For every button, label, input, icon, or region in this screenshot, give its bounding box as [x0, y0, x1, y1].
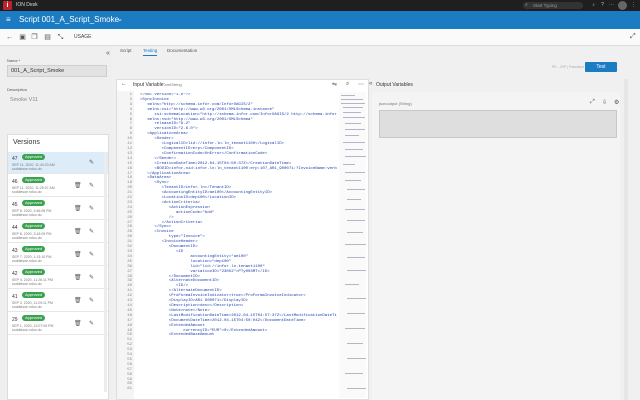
edit-icon[interactable]: ✎: [89, 251, 94, 258]
run-context-hint: PK... ISP | Francisco: [551, 65, 584, 69]
tab-script[interactable]: Script: [120, 48, 132, 53]
edit-icon[interactable]: ✎: [89, 297, 94, 304]
menu-icon[interactable]: ≡: [6, 16, 11, 24]
version-row[interactable]: 29 Approved SEP 1, 2020, 12:07:06 PM sod…: [8, 313, 108, 335]
version-row[interactable]: 41 Approved SEP 3, 2020, 11:29:11 PM sod…: [8, 290, 108, 312]
search-icon[interactable]: ⌕: [346, 81, 349, 88]
back-icon[interactable]: ←: [121, 81, 127, 87]
help-icon[interactable]: ?: [599, 2, 606, 9]
trash-icon[interactable]: 🗑: [74, 297, 82, 304]
version-user: soddiesue.ndoo.do: [12, 305, 42, 309]
status-badge: Approved: [22, 177, 46, 183]
apps-icon[interactable]: ⋯: [608, 2, 615, 9]
expand-icon[interactable]: ⤢: [590, 99, 595, 106]
avatar[interactable]: [618, 1, 627, 10]
version-row[interactable]: 45 Approved SEP 8, 2020, 3:46:08 PM sodd…: [8, 198, 108, 220]
trash-icon[interactable]: 🗑: [74, 228, 82, 235]
output-value-box[interactable]: [379, 110, 617, 138]
version-number: 47: [12, 156, 18, 162]
edit-icon[interactable]: ✎: [89, 159, 94, 166]
copy-icon[interactable]: ❐: [30, 33, 39, 42]
version-row[interactable]: 43 Approved SEP 7, 2020, 1:13:10 PM sodd…: [8, 244, 108, 266]
version-number: 45: [12, 202, 18, 208]
status-badge: Approved: [22, 269, 46, 275]
version-number: 43: [12, 248, 18, 254]
toolbar: [0, 29, 640, 46]
input-variable-name: xmlString: [165, 82, 182, 87]
trash-icon[interactable]: 🗑: [74, 320, 82, 327]
page-scrollbar[interactable]: [624, 79, 628, 400]
version-user: soddiesue.ndoo.do: [12, 328, 42, 332]
output-variables-panel: [372, 92, 620, 400]
bell-icon[interactable]: ♪: [590, 2, 597, 9]
name-field[interactable]: 001_A_Script_Smoke: [7, 65, 107, 77]
version-user: soddiesue.ndoo.do: [12, 236, 42, 240]
version-number: 46: [12, 179, 18, 185]
edit-icon[interactable]: ✎: [89, 274, 94, 281]
tab-documentation[interactable]: Documentation: [167, 48, 197, 53]
edit-icon[interactable]: ✎: [89, 205, 94, 212]
name-label: Name *: [7, 58, 21, 63]
back-icon[interactable]: ←: [5, 33, 14, 42]
trash-icon[interactable]: 🗑: [74, 182, 82, 189]
output-field-label: jsonoutput (String): [379, 101, 412, 106]
versions-scrollbar[interactable]: [104, 152, 107, 392]
trash-icon[interactable]: 🗑: [74, 205, 82, 212]
more-icon[interactable]: ⋮: [630, 2, 637, 9]
app-name: ION Desk: [16, 2, 38, 8]
edit-icon[interactable]: ✎: [89, 228, 94, 235]
version-user: soddiesue.ndoo.do: [12, 167, 42, 171]
format-icon[interactable]: ⇋: [332, 81, 337, 88]
xml-code-editor[interactable]: <?xml version="1.0"?> <SyncInvoice xmlns…: [140, 93, 337, 338]
status-badge: Approved: [22, 223, 46, 229]
edit-icon[interactable]: ✎: [89, 320, 94, 327]
trash-icon[interactable]: 🗑: [74, 251, 82, 258]
status-badge: Approved: [22, 200, 46, 206]
page-title: Script 001_A_Script_Smoke: [19, 15, 120, 24]
version-user: soddiesue.ndoo.do: [12, 259, 42, 263]
trash-icon[interactable]: 🗑: [74, 274, 82, 281]
global-search-input[interactable]: ⌕ Start Typing: [523, 2, 583, 9]
chevron-down-icon[interactable]: ⌄: [117, 16, 123, 24]
tab-testing[interactable]: Testing: [143, 48, 158, 56]
version-number: 42: [12, 271, 18, 277]
save-icon[interactable]: ▣: [18, 33, 27, 42]
collapse-panel-icon[interactable]: «: [369, 81, 372, 87]
input-panel-title: Input Variable:: [133, 82, 165, 88]
status-badge: Approved: [22, 154, 46, 160]
settings-icon[interactable]: ⚙: [614, 99, 619, 106]
version-row[interactable]: 42 Approved SEP 4, 2020, 11:26:11 PM sod…: [8, 267, 108, 289]
status-badge: Approved: [22, 246, 46, 252]
version-row[interactable]: 44 Approved SEP 8, 2020, 3:43:09 PM sodd…: [8, 221, 108, 243]
more-icon[interactable]: ⋯: [358, 81, 364, 88]
expand-icon[interactable]: ⤢: [630, 33, 636, 41]
version-user: soddiesue.ndoo.do: [12, 282, 42, 286]
edit-icon[interactable]: ✎: [89, 182, 94, 189]
version-row[interactable]: 47 Approved SEP 11, 2020, 11:43:23 AM so…: [8, 152, 108, 174]
line-numbers: 1 2 3 4 5 6 7 8 9 10 11 12 13 14 15 16 1…: [127, 93, 132, 392]
version-row[interactable]: 46 Approved SEP 11, 2020, 11:25:07 AM so…: [8, 175, 108, 197]
version-user: soddiesue.ndoo.do: [12, 190, 42, 194]
output-panel-title: Output Variables: [376, 82, 413, 88]
versions-title: Versions: [13, 139, 40, 146]
test-button[interactable]: Test: [585, 62, 617, 72]
status-badge: Approved: [22, 315, 46, 321]
editor-minimap[interactable]: [339, 92, 366, 398]
version-number: 41: [12, 294, 18, 300]
description-field[interactable]: Smoke V11: [7, 94, 107, 114]
search-icon: ⌕: [525, 2, 528, 8]
description-label: Description: [7, 87, 28, 92]
version-user: soddiesue.ndoo.do: [12, 213, 42, 217]
document-icon[interactable]: ▤: [43, 33, 52, 42]
usage-button[interactable]: USAGE: [74, 34, 92, 40]
search-placeholder: Start Typing: [533, 3, 557, 8]
version-number: 44: [12, 225, 18, 231]
download-icon[interactable]: ⇩: [602, 99, 607, 106]
status-badge: Approved: [22, 292, 46, 298]
compress-icon[interactable]: ⤡: [56, 33, 65, 42]
version-number: 29: [12, 317, 18, 323]
app-logo[interactable]: i: [3, 1, 12, 10]
collapse-panel-icon[interactable]: «: [106, 50, 110, 57]
